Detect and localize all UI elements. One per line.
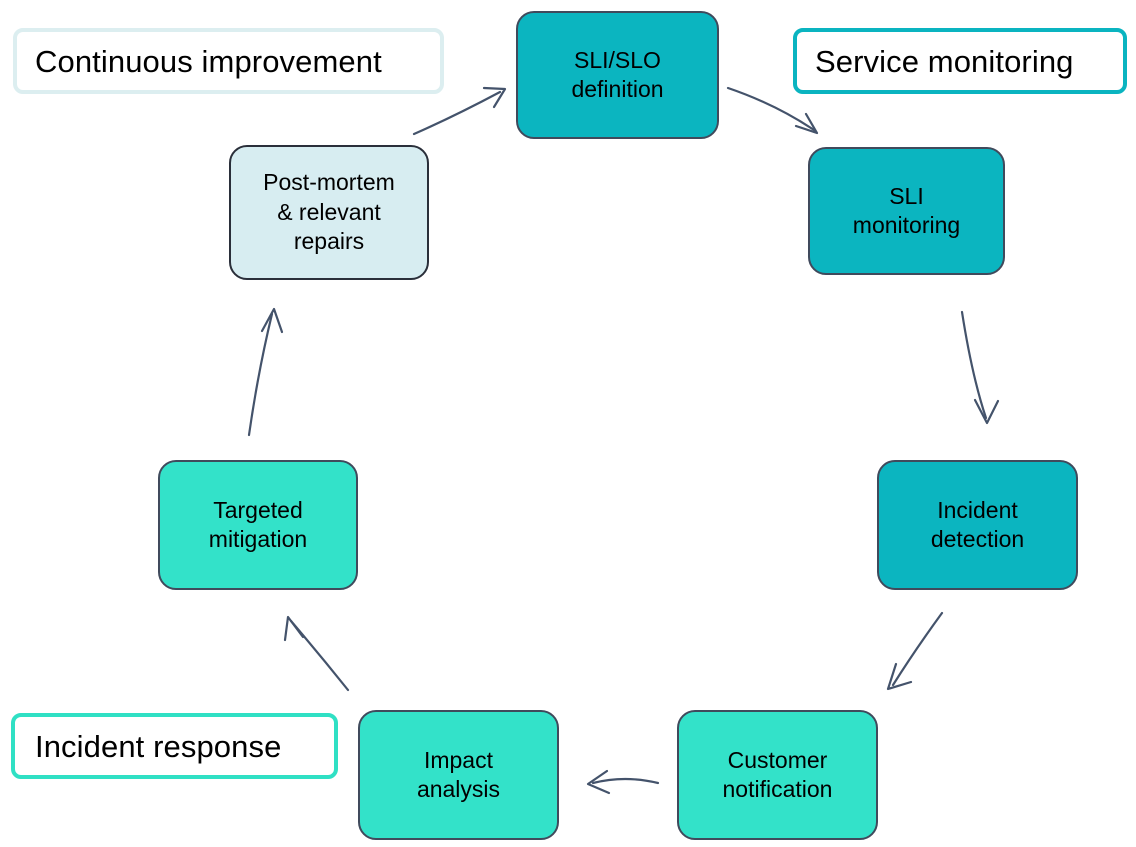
- legend-service-monitoring: Service monitoring: [793, 28, 1127, 94]
- legend-continuous-improvement-label: Continuous improvement: [35, 43, 382, 79]
- legend-incident-response: Incident response: [11, 713, 338, 779]
- arrow-targeted-mitigation-to-post-mortem: [247, 307, 284, 437]
- node-incident-detection[interactable]: Incident detection: [877, 460, 1078, 590]
- node-impact-analysis[interactable]: Impact analysis: [358, 710, 559, 840]
- node-customer-notification[interactable]: Customer notification: [677, 710, 878, 840]
- node-post-mortem[interactable]: Post-mortem & relevant repairs: [229, 145, 429, 280]
- arrow-impact-analysis-to-targeted-mitigation: [283, 615, 350, 692]
- diagram-canvas: Continuous improvement Service monitorin…: [0, 0, 1136, 847]
- legend-incident-response-label: Incident response: [35, 728, 282, 764]
- arrow-incident-detection-to-customer-notification: [886, 611, 944, 691]
- legend-continuous-improvement: Continuous improvement: [13, 28, 444, 94]
- arrow-post-mortem-to-sli-slo: [412, 86, 507, 136]
- node-sli-slo-definition[interactable]: SLI/SLO definition: [516, 11, 719, 139]
- arrow-customer-notification-to-impact-analysis: [586, 769, 660, 795]
- node-sli-monitoring[interactable]: SLI monitoring: [808, 147, 1005, 275]
- legend-service-monitoring-label: Service monitoring: [815, 43, 1074, 79]
- node-targeted-mitigation[interactable]: Targeted mitigation: [158, 460, 358, 590]
- arrow-sli-monitoring-to-incident-detection: [960, 310, 1000, 425]
- arrow-sli-slo-to-sli-monitoring: [726, 86, 819, 135]
